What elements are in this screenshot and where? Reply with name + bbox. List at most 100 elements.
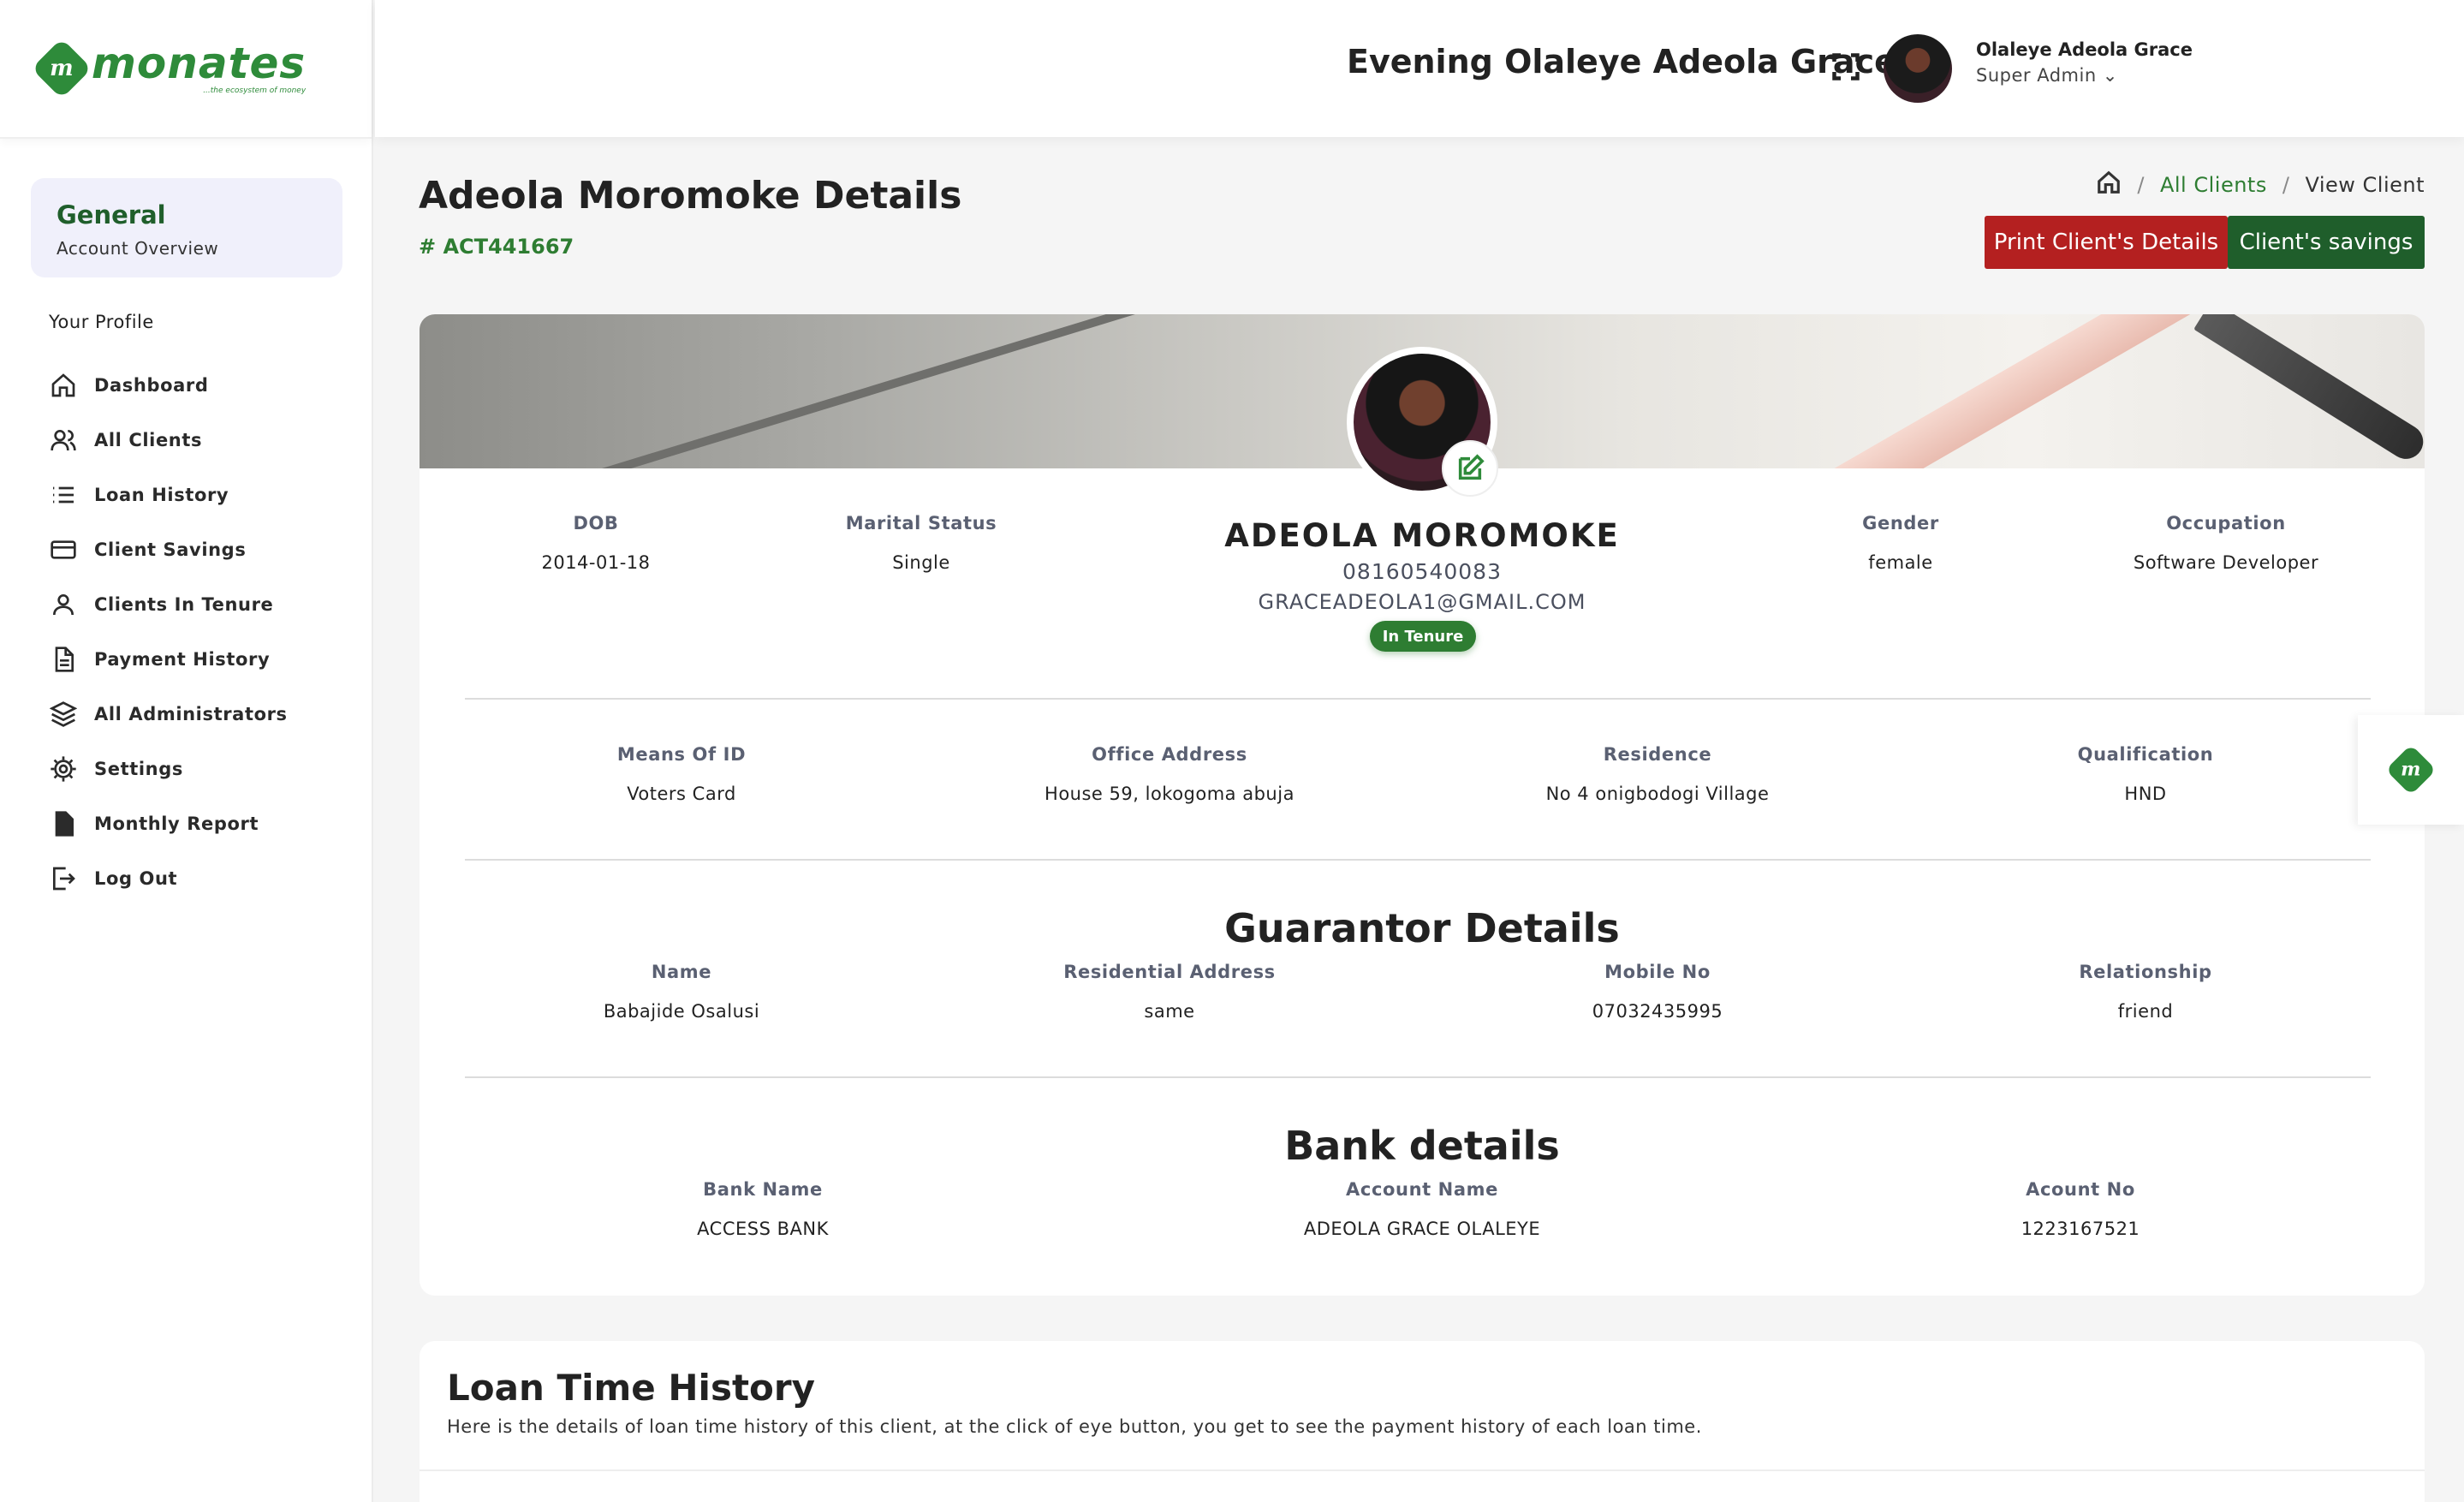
guarantor-mobile-value: 07032435995: [1592, 1001, 1723, 1022]
status-badge: In Tenure: [1370, 621, 1476, 652]
account-overview-card[interactable]: General Account Overview: [31, 178, 342, 277]
account-name-value: ADEOLA GRACE OLALEYE: [1303, 1219, 1541, 1239]
brand-logo[interactable]: m monates ...the ecosystem of money: [31, 38, 307, 99]
sidebar-item-log-out[interactable]: Log Out: [48, 851, 356, 906]
home-icon[interactable]: [2096, 170, 2122, 200]
divider: [465, 859, 2371, 861]
divider: [465, 698, 2371, 700]
residence-field: Residence No 4 onigbodogi Village: [1486, 744, 1829, 804]
client-phone: 08160540083: [1342, 559, 1502, 584]
bank-name-value: ACCESS BANK: [697, 1219, 829, 1239]
client-email: GRACEADEOLA1@GMAIL.COM: [1258, 590, 1586, 614]
guarantor-name-value: Babajide Osalusi: [603, 1001, 760, 1022]
client-savings-button[interactable]: Client's savings: [2228, 216, 2425, 269]
guarantor-address-field: Residential Address same: [998, 962, 1341, 1022]
guarantor-address-value: same: [1144, 1001, 1195, 1022]
sidebar-item-label: Dashboard: [94, 375, 209, 396]
brand-name: monates: [91, 39, 307, 88]
guarantor-name-label: Name: [651, 962, 712, 982]
sidebar: m monates ...the ecosystem of money Gene…: [0, 0, 373, 1502]
account-code: # ACT441667: [419, 235, 574, 259]
print-client-details-button[interactable]: Print Client's Details: [1985, 216, 2228, 269]
top-header: Evening Olaleye Adeola Grace, Olaleye Ad…: [375, 0, 2464, 137]
floating-widget-button[interactable]: m: [2358, 715, 2464, 825]
loan-history-title: Loan Time History: [447, 1367, 815, 1409]
fullscreen-icon[interactable]: [1830, 51, 1861, 82]
monates-logo-icon: m: [31, 38, 92, 99]
account-name-label: Account Name: [1346, 1179, 1498, 1200]
residence-label: Residence: [1603, 744, 1712, 765]
monates-logo-icon: m: [2385, 744, 2437, 796]
guarantor-mobile-field: Mobile No 07032435995: [1486, 962, 1829, 1022]
bank-details-title: Bank details: [1284, 1123, 1560, 1169]
sidebar-item-label: All Clients: [94, 430, 203, 450]
account-number-value: 1223167521: [2021, 1219, 2140, 1239]
sidebar-item-label: Log Out: [94, 868, 178, 889]
qualification-field: Qualification HND: [2017, 744, 2274, 804]
user-icon: [48, 589, 79, 620]
sidebar-item-payment-history[interactable]: Payment History: [48, 632, 356, 687]
bank-name-field: Bank Name ACCESS BANK: [634, 1179, 891, 1239]
office-address-label: Office Address: [1092, 744, 1247, 765]
guarantor-details-title: Guarantor Details: [1224, 905, 1620, 951]
sidebar-item-clients-in-tenure[interactable]: Clients In Tenure: [48, 577, 356, 632]
sidebar-item-monthly-report[interactable]: Monthly Report: [48, 796, 356, 851]
page-title: Adeola Moromoke Details: [419, 174, 962, 218]
logout-icon: [48, 863, 79, 894]
office-address-field: Office Address House 59, lokogoma abuja: [998, 744, 1341, 804]
sidebar-nav: Dashboard All Clients Loan History Clien…: [48, 358, 356, 906]
breadcrumb: / All Clients / View Client: [2096, 170, 2425, 200]
header-user-name[interactable]: Olaleye Adeola Grace: [1976, 39, 2193, 60]
user-role-dropdown[interactable]: Super Admin ⌄: [1976, 65, 2118, 86]
sidebar-item-label: All Administrators: [94, 704, 288, 724]
loan-time-history-card: Loan Time History Here is the details of…: [420, 1341, 2425, 1502]
layers-icon: [48, 699, 79, 730]
sidebar-item-label: Monthly Report: [94, 814, 259, 834]
breadcrumb-separator: /: [2282, 173, 2290, 197]
guarantor-name-field: Name Babajide Osalusi: [553, 962, 810, 1022]
guarantor-relationship-value: friend: [2117, 1001, 2174, 1022]
general-title: General: [57, 200, 166, 229]
sidebar-item-label: Settings: [94, 759, 183, 779]
divider: [465, 1076, 2371, 1078]
office-address-value: House 59, lokogoma abuja: [1045, 784, 1294, 804]
sidebar-item-all-clients[interactable]: All Clients: [48, 413, 356, 468]
qualification-label: Qualification: [2077, 744, 2214, 765]
edit-icon[interactable]: [1442, 440, 1498, 497]
brand-tagline: ...the ecosystem of money: [203, 86, 307, 95]
breadcrumb-separator: /: [2137, 173, 2145, 197]
account-number-label: Acount No: [2026, 1179, 2135, 1200]
qualification-value: HND: [2124, 784, 2167, 804]
document-icon: [48, 644, 79, 675]
general-subtitle: Account Overview: [57, 238, 219, 259]
residence-value: No 4 onigbodogi Village: [1545, 784, 1770, 804]
file-icon: [48, 808, 79, 839]
sidebar-item-label: Clients In Tenure: [94, 594, 274, 615]
sidebar-item-label: Payment History: [94, 649, 271, 670]
client-details-card: DOB 2014-01-18 Marital Status Single Gen…: [420, 314, 2425, 1296]
greeting-text: Evening Olaleye Adeola Grace,: [1347, 43, 1909, 80]
sidebar-item-all-administrators[interactable]: All Administrators: [48, 687, 356, 742]
guarantor-address-label: Residential Address: [1063, 962, 1276, 982]
credit-card-icon: [48, 534, 79, 565]
guarantor-relationship-field: Relationship friend: [2017, 962, 2274, 1022]
client-name: ADEOLA MOROMOKE: [1224, 517, 1620, 554]
users-icon: [48, 425, 79, 456]
logo-area: m monates ...the ecosystem of money: [0, 0, 372, 139]
sidebar-item-loan-history[interactable]: Loan History: [48, 468, 356, 522]
list-icon: [48, 480, 79, 510]
divider: [420, 1469, 2425, 1471]
sidebar-item-dashboard[interactable]: Dashboard: [48, 358, 356, 413]
loan-history-description: Here is the details of loan time history…: [447, 1416, 1702, 1437]
account-name-field: Account Name ADEOLA GRACE OLALEYE: [1251, 1179, 1593, 1239]
avatar[interactable]: [1884, 34, 1952, 103]
means-of-id-value: Voters Card: [627, 784, 736, 804]
your-profile-label: Your Profile: [49, 312, 154, 332]
sidebar-item-client-savings[interactable]: Client Savings: [48, 522, 356, 577]
sidebar-item-settings[interactable]: Settings: [48, 742, 356, 796]
breadcrumb-view-client: View Client: [2305, 173, 2425, 197]
guarantor-relationship-label: Relationship: [2079, 962, 2212, 982]
account-number-field: Acount No 1223167521: [1952, 1179, 2209, 1239]
gear-icon: [48, 754, 79, 784]
breadcrumb-all-clients[interactable]: All Clients: [2160, 173, 2267, 197]
